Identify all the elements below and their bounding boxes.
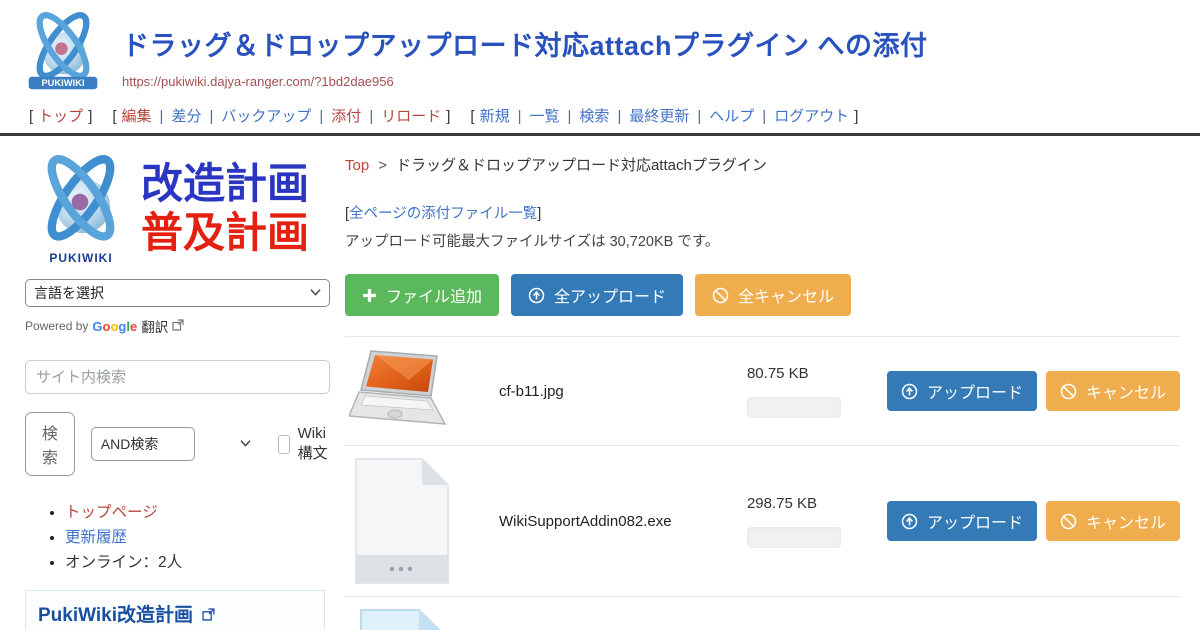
breadcrumb-current: ドラッグ＆ドロップアップロード対応attachプラグイン bbox=[396, 157, 767, 174]
pukiwiki-brand-label: PUKIWIKI bbox=[25, 251, 137, 265]
file-size: 298.75 KB bbox=[747, 495, 869, 512]
search-button[interactable]: 検索 bbox=[25, 412, 75, 476]
laptop-photo-icon bbox=[349, 348, 453, 434]
sidebar: PUKIWIKI 改造計画 普及計画 言語を選択 Powered by Goog… bbox=[0, 136, 330, 630]
cancel-button[interactable]: キャンセル bbox=[1046, 501, 1180, 541]
top-navbar: [トップ][編集|差分|バックアップ|添付|リロード][新規|一覧|検索|最終更… bbox=[0, 99, 1200, 133]
google-logo-text: Google bbox=[92, 319, 137, 334]
nav-item-reload[interactable]: リロード bbox=[381, 108, 441, 125]
sidebar-link-toppage[interactable]: トップページ bbox=[65, 504, 158, 521]
upload-circle-icon bbox=[901, 513, 918, 530]
nav-item-top[interactable]: トップ bbox=[38, 108, 83, 125]
file-upload-list: cf-b11.jpg 80.75 KB アップロード キャンセル bbox=[345, 336, 1180, 630]
logo-text-fukyuu: 普及計画 bbox=[141, 209, 309, 257]
pukiwiki-logo[interactable]: PUKIWIKI bbox=[22, 8, 104, 99]
upload-all-button[interactable]: 全アップロード bbox=[511, 274, 683, 316]
file-row: WikiSupportAddin082.exe 298.75 KB アップロード… bbox=[345, 445, 1180, 596]
nav-item-new[interactable]: 新規 bbox=[480, 108, 510, 125]
external-link-icon bbox=[172, 319, 184, 334]
breadcrumb-home-link[interactable]: Top bbox=[345, 157, 369, 174]
ban-icon bbox=[712, 287, 729, 304]
ban-icon bbox=[1060, 383, 1077, 400]
upload-circle-icon bbox=[901, 383, 918, 400]
generic-file-icon bbox=[352, 457, 450, 585]
nav-bracket: ] bbox=[88, 108, 92, 125]
main-content: Top>ドラッグ＆ドロップアップロード対応attachプラグイン [全ページの添… bbox=[330, 136, 1200, 630]
add-file-button[interactable]: ファイル追加 bbox=[345, 274, 499, 316]
nav-bracket: [ bbox=[29, 108, 33, 125]
page-header: PUKIWIKI ドラッグ＆ドロップアップロード対応attachプラグイン への… bbox=[0, 0, 1200, 99]
translate-link[interactable]: 翻訳 bbox=[141, 316, 168, 336]
nav-item-recent[interactable]: 最終更新 bbox=[629, 108, 689, 125]
wiki-syntax-label: Wiki構文 bbox=[298, 425, 330, 463]
search-mode-select[interactable]: AND検索 bbox=[91, 427, 195, 461]
file-name: cf-b11.jpg bbox=[499, 383, 747, 400]
sidebar-top-links: トップページ 更新履歴 オンライン：2人 bbox=[25, 500, 330, 572]
all-attachments-link[interactable]: 全ページの添付ファイル一覧 bbox=[349, 206, 537, 222]
attachments-list-line: [全ページの添付ファイル一覧] bbox=[345, 202, 1180, 223]
progress-bar bbox=[747, 527, 841, 548]
file-thumbnail-code bbox=[345, 608, 457, 630]
nav-item-diff[interactable]: 差分 bbox=[171, 108, 201, 125]
google-translate-credit: Powered by Google 翻訳 bbox=[25, 316, 330, 336]
sidebar-logo[interactable]: PUKIWIKI 改造計画 普及計画 bbox=[25, 152, 330, 265]
file-name: WikiSupportAddin082.exe bbox=[499, 513, 747, 530]
list-item: オンライン：2人 bbox=[65, 550, 330, 572]
progress-bar bbox=[747, 397, 841, 418]
online-count: オンライン：2人 bbox=[65, 554, 182, 571]
svg-text:PUKIWIKI: PUKIWIKI bbox=[41, 78, 84, 88]
file-size: 80.75 KB bbox=[747, 365, 869, 382]
list-item: 更新履歴 bbox=[65, 525, 330, 547]
chevron-down-icon bbox=[240, 440, 251, 447]
nav-bracket: [ bbox=[470, 108, 474, 125]
sidebar-link-history[interactable]: 更新履歴 bbox=[65, 529, 127, 546]
nav-item-attach[interactable]: 添付 bbox=[331, 108, 361, 125]
nav-item-help[interactable]: ヘルプ bbox=[709, 108, 754, 125]
ban-icon bbox=[1060, 513, 1077, 530]
nav-item-search[interactable]: 検索 bbox=[579, 108, 609, 125]
nav-item-logout[interactable]: ログアウト bbox=[774, 108, 849, 125]
file-thumbnail-laptop bbox=[345, 348, 457, 434]
atom-logo-icon: PUKIWIKI bbox=[24, 8, 102, 94]
nav-bracket: ] bbox=[446, 108, 450, 125]
list-item: トップページ bbox=[65, 500, 330, 522]
wiki-syntax-checkbox[interactable] bbox=[278, 435, 289, 454]
nav-item-backup[interactable]: バックアップ bbox=[221, 108, 311, 125]
breadcrumb: Top>ドラッグ＆ドロップアップロード対応attachプラグイン bbox=[345, 148, 1180, 175]
nav-bracket: ] bbox=[854, 108, 858, 125]
max-filesize-text: アップロード可能最大ファイルサイズは 30,720KB です。 bbox=[345, 230, 1180, 251]
sidebar-section-heading[interactable]: PukiWiki改造計画 bbox=[25, 590, 325, 630]
language-select[interactable]: 言語を選択 bbox=[25, 279, 330, 307]
file-row: cf-b11.jpg 80.75 KB アップロード キャンセル bbox=[345, 336, 1180, 445]
nav-bracket: [ bbox=[112, 108, 116, 125]
atom-logo-icon bbox=[29, 152, 133, 252]
upload-button[interactable]: アップロード bbox=[887, 501, 1037, 541]
code-file-icon bbox=[357, 608, 445, 630]
file-row: contents.html 60.78 KB アップロード キャンセル bbox=[345, 596, 1180, 630]
file-thumbnail-generic bbox=[345, 457, 457, 585]
upload-toolbar: ファイル追加 全アップロード 全キャンセル bbox=[345, 274, 1180, 316]
nav-item-edit[interactable]: 編集 bbox=[122, 108, 152, 125]
upload-button[interactable]: アップロード bbox=[887, 371, 1037, 411]
plus-icon bbox=[362, 288, 377, 303]
nav-item-list[interactable]: 一覧 bbox=[530, 108, 560, 125]
cancel-button[interactable]: キャンセル bbox=[1046, 371, 1180, 411]
cancel-all-button[interactable]: 全キャンセル bbox=[695, 274, 851, 316]
external-link-icon bbox=[202, 605, 215, 627]
logo-text-kaizou: 改造計画 bbox=[141, 160, 309, 208]
site-search-input[interactable] bbox=[25, 360, 330, 394]
upload-circle-icon bbox=[528, 287, 545, 304]
page-url: https://pukiwiki.dajya-ranger.com/?1bd2d… bbox=[122, 74, 928, 89]
page-title: ドラッグ＆ドロップアップロード対応attachプラグイン への添付 bbox=[122, 24, 928, 63]
